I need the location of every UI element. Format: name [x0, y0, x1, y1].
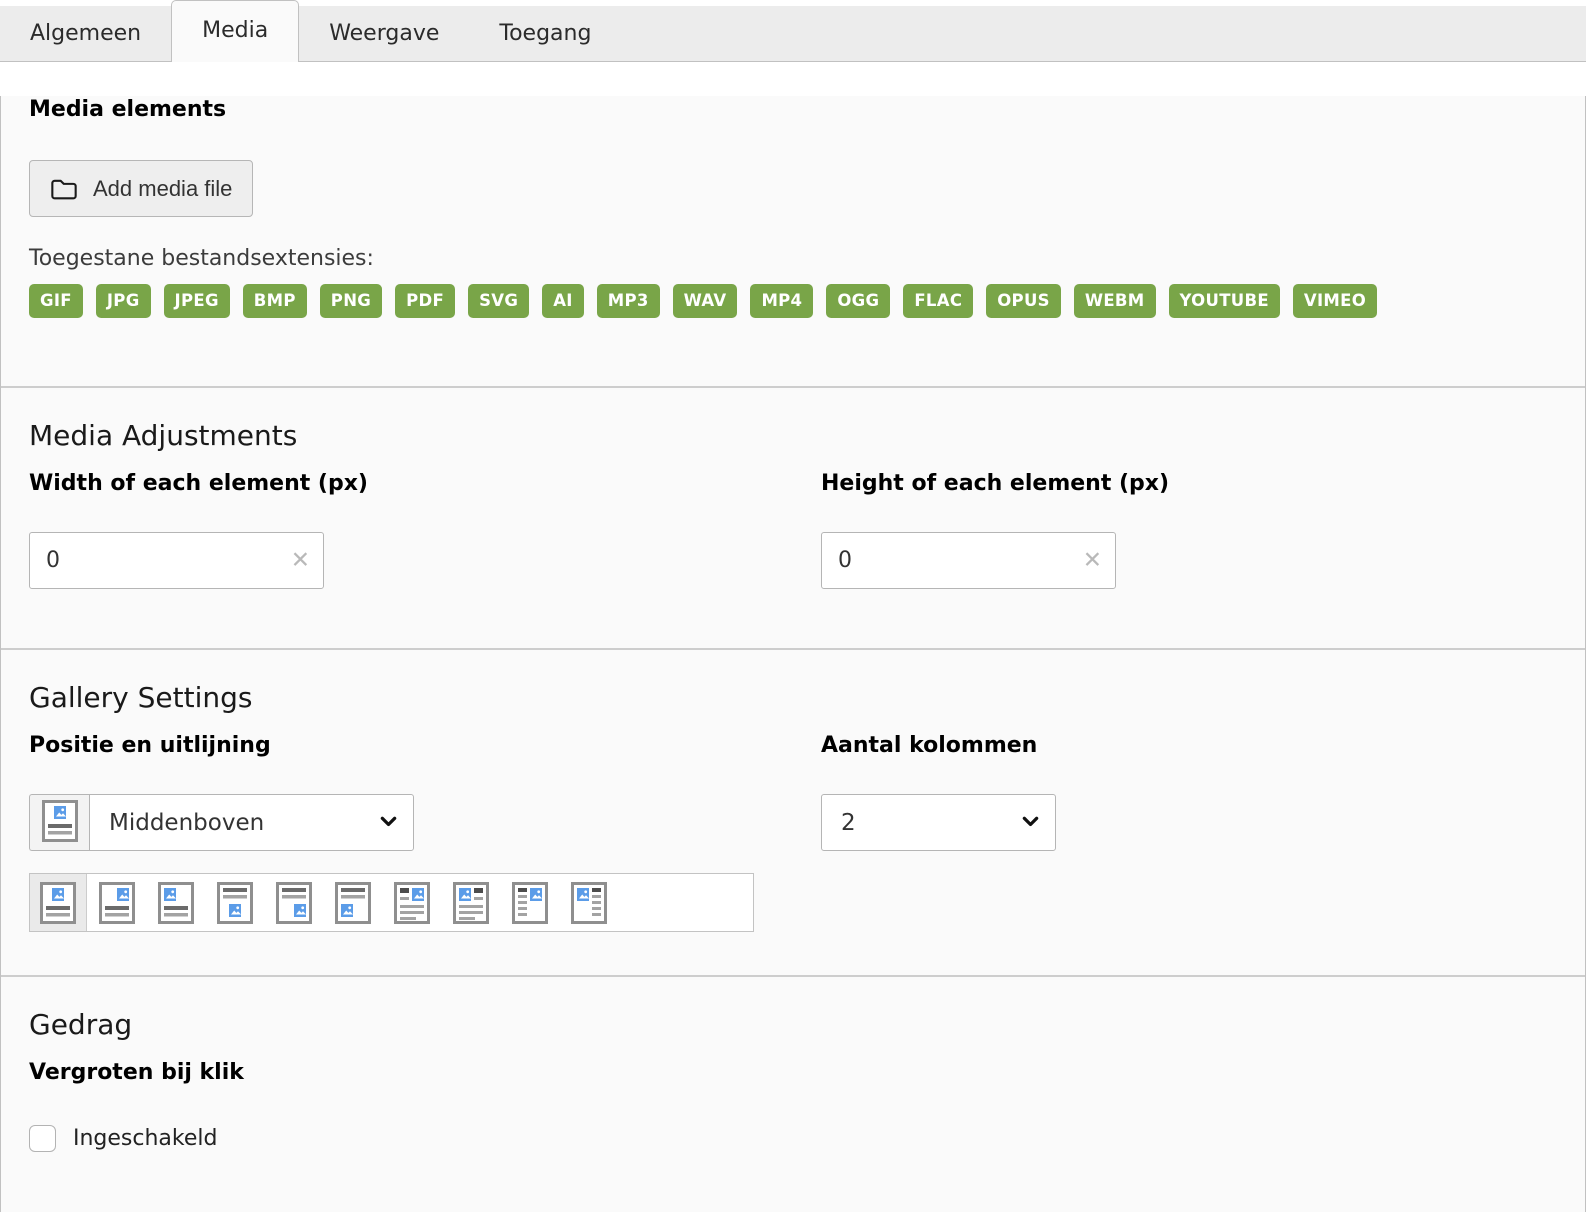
position-select-value: Middenboven: [109, 810, 264, 836]
extension-badge-pdf: PDF: [395, 284, 455, 318]
orientation-image-below-right-button[interactable]: [264, 874, 323, 931]
extension-badge-ai: AI: [542, 284, 584, 318]
image-above-right-icon: [99, 882, 135, 924]
gallery-settings-section: Gallery Settings Positie en uitlijning M…: [1, 648, 1585, 975]
width-label: Width of each element (px): [29, 470, 793, 498]
orientation-image-in-text-right-button[interactable]: [382, 874, 441, 931]
image-above-center-icon: [40, 882, 76, 924]
extension-badges: GIF JPG JPEG BMP PNG PDF SVG AI MP3 WAV MP4 OGG FLAC…: [29, 284, 1557, 318]
clear-height-icon[interactable]: ✕: [1083, 549, 1102, 572]
columns-select-value: 2: [841, 810, 856, 836]
image-beside-text-right-icon: [512, 882, 548, 924]
width-input[interactable]: [29, 532, 324, 589]
orientation-image-above-center-button[interactable]: [30, 874, 87, 931]
gallery-settings-heading: Gallery Settings: [29, 680, 1557, 716]
extension-badge-opus: OPUS: [986, 284, 1061, 318]
extension-badge-bmp: BMP: [243, 284, 307, 318]
allowed-extensions-label: Toegestane bestandsextensies:: [29, 245, 1557, 273]
extension-badge-png: PNG: [320, 284, 382, 318]
image-in-text-right-icon: [394, 882, 430, 924]
extension-badge-ogg: OGG: [826, 284, 890, 318]
behaviour-section: Gedrag Vergroten bij klik Ingeschakeld: [1, 975, 1585, 1212]
behaviour-heading: Gedrag: [29, 1007, 1557, 1043]
image-below-center-icon: [217, 882, 253, 924]
extension-badge-svg: SVG: [468, 284, 529, 318]
media-adjustments-section: Media Adjustments Width of each element …: [1, 386, 1585, 648]
image-below-left-icon: [335, 882, 371, 924]
tab-toegang[interactable]: Toegang: [469, 6, 621, 62]
add-media-file-button[interactable]: Add media file: [29, 160, 253, 217]
tab-media[interactable]: Media: [171, 0, 299, 62]
media-tab-panel: Media elements Add media file Toegestane…: [0, 96, 1586, 1212]
orientation-image-below-left-button[interactable]: [323, 874, 382, 931]
tab-weergave[interactable]: Weergave: [299, 6, 469, 62]
image-below-right-icon: [276, 882, 312, 924]
chevron-down-icon: [1022, 810, 1039, 836]
height-input[interactable]: [821, 532, 1116, 589]
extension-badge-jpeg: JPEG: [164, 284, 230, 318]
image-in-text-left-icon: [453, 882, 489, 924]
image-orientation-toolbar: [29, 873, 754, 932]
tab-algemeen[interactable]: Algemeen: [0, 6, 171, 62]
extension-badge-jpg: JPG: [96, 284, 151, 318]
orientation-image-above-right-button[interactable]: [87, 874, 146, 931]
extension-badge-gif: GIF: [29, 284, 83, 318]
height-label: Height of each element (px): [821, 470, 1585, 498]
orientation-image-beside-text-left-button[interactable]: [559, 874, 618, 931]
enlarge-on-click-checkbox[interactable]: [29, 1125, 56, 1152]
enabled-label: Ingeschakeld: [73, 1126, 217, 1151]
folder-icon: [50, 177, 78, 201]
media-elements-heading: Media elements: [29, 96, 1557, 124]
enlarge-on-click-label: Vergroten bij klik: [29, 1059, 1557, 1087]
media-adjustments-heading: Media Adjustments: [29, 418, 1557, 454]
tabs: AlgemeenMediaWeergaveToegang: [0, 0, 1586, 62]
orientation-image-beside-text-right-button[interactable]: [500, 874, 559, 931]
extension-badge-vimeo: VIMEO: [1293, 284, 1377, 318]
image-beside-text-left-icon: [571, 882, 607, 924]
extension-badge-mp4: MP4: [750, 284, 813, 318]
columns-select[interactable]: 2: [821, 794, 1056, 851]
position-alignment-label: Positie en uitlijning: [29, 732, 793, 760]
extension-badge-youtube: YOUTUBE: [1169, 284, 1280, 318]
extension-badge-mp3: MP3: [597, 284, 660, 318]
image-above-center-icon: [42, 800, 78, 846]
extension-badge-flac: FLAC: [903, 284, 973, 318]
chevron-down-icon: [380, 810, 397, 836]
extension-badge-wav: WAV: [673, 284, 738, 318]
position-select-addon: [29, 794, 89, 851]
tab-bar: AlgemeenMediaWeergaveToegang: [0, 0, 1586, 62]
add-media-file-label: Add media file: [93, 176, 232, 202]
orientation-image-below-center-button[interactable]: [205, 874, 264, 931]
extension-badge-webm: WEBM: [1074, 284, 1156, 318]
columns-label: Aantal kolommen: [821, 732, 1585, 760]
orientation-image-in-text-left-button[interactable]: [441, 874, 500, 931]
media-elements-section: Media elements Add media file Toegestane…: [1, 96, 1585, 386]
clear-width-icon[interactable]: ✕: [291, 549, 310, 572]
orientation-image-above-left-button[interactable]: [146, 874, 205, 931]
position-select[interactable]: Middenboven: [89, 794, 414, 851]
image-above-left-icon: [158, 882, 194, 924]
